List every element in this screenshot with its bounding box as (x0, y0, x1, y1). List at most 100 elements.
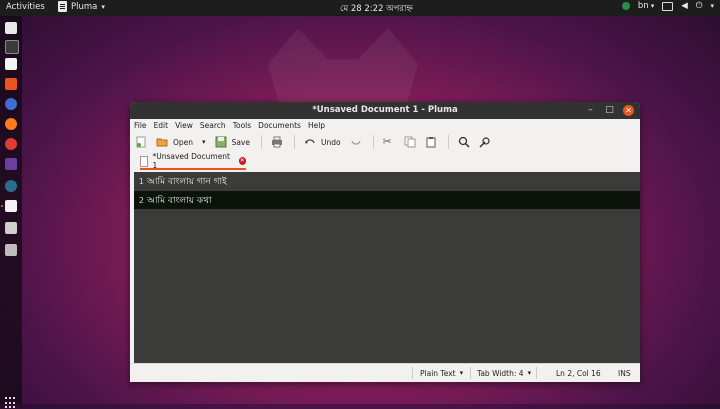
syntax-selector[interactable]: Plain Text ▾ (414, 364, 469, 382)
save-label: Save (231, 137, 250, 147)
line-text: আমি বাংলায় গান গাই (147, 176, 227, 187)
syntax-label: Plain Text (420, 368, 456, 378)
save-icon (215, 136, 227, 148)
menu-documents[interactable]: Documents (258, 121, 301, 130)
minimize-icon[interactable]: – (585, 105, 596, 116)
drive-icon[interactable] (5, 244, 17, 256)
tab-bar: *Unsaved Document 1 ✕ (130, 152, 640, 170)
print-icon (271, 136, 283, 148)
network-icon (662, 1, 674, 11)
search-icon (458, 136, 470, 148)
tab-unsaved-document-1[interactable]: *Unsaved Document 1 ✕ (140, 152, 246, 170)
menu-edit[interactable]: Edit (154, 121, 169, 130)
maximize-icon[interactable]: □ (604, 105, 615, 116)
toolbar-separator (260, 135, 262, 149)
line-number: 2 (138, 195, 144, 205)
status-divider (412, 367, 413, 379)
line-number: 1 (138, 176, 144, 186)
usb-icon[interactable] (5, 222, 17, 234)
close-icon[interactable]: ✕ (623, 105, 634, 116)
files-icon[interactable] (5, 22, 17, 34)
chevron-down-icon: ▾ (202, 138, 206, 146)
app-menu[interactable]: Pluma ▾ (58, 1, 105, 12)
toolbar-separator (293, 135, 295, 149)
open-label: Open (173, 137, 194, 147)
app-menu-label: Pluma (71, 1, 98, 12)
dock (0, 16, 22, 409)
window-title: *Unsaved Document 1 - Pluma (312, 105, 458, 115)
pluma-icon[interactable] (5, 200, 17, 212)
language-label: bn (637, 1, 649, 11)
menu-help[interactable]: Help (308, 121, 325, 130)
paste-button[interactable] (425, 136, 437, 148)
cut-button[interactable]: ✂ (383, 136, 395, 148)
tab-label: *Unsaved Document 1 (152, 152, 231, 170)
software-center-icon[interactable] (5, 78, 17, 90)
save-button[interactable]: Save (215, 136, 250, 148)
new-button[interactable] (135, 136, 147, 148)
firefox-icon[interactable] (5, 118, 17, 130)
volume-icon: ◀ (681, 1, 688, 11)
chrome-icon[interactable] (5, 138, 17, 150)
open-dropdown[interactable]: ▾ (202, 138, 206, 146)
copy-icon (404, 136, 416, 148)
menu-view[interactable]: View (175, 121, 193, 130)
tab-width-label: Tab Width: 4 (477, 368, 524, 378)
title-bar[interactable]: *Unsaved Document 1 - Pluma – □ ✕ (130, 102, 640, 119)
clock[interactable]: মে 28 2:22 অপরাহ্ন (340, 2, 413, 16)
document-icon (140, 155, 149, 167)
editor-line[interactable]: 1 আমি বাংলায় গান গাই (134, 172, 640, 190)
editor-line-current[interactable]: 2 আমি বাংলায় কথা (134, 191, 640, 209)
terminal-icon[interactable] (5, 40, 19, 54)
folder-icon (156, 136, 168, 148)
chevron-down-icon: ▾ (527, 369, 532, 377)
activities-button[interactable]: Activities (6, 2, 45, 12)
toolbar: Open ▾ Save Undo ✂ (130, 132, 640, 152)
active-indicator (1, 205, 3, 207)
system-tray[interactable]: bn ▾ ◀ ⏻ ▾ (621, 1, 714, 11)
copy-button[interactable] (404, 136, 416, 148)
show-applications-icon[interactable] (5, 397, 17, 409)
close-tab-icon[interactable]: ✕ (238, 157, 246, 165)
cursor-position: Ln 2, Col 16 (556, 368, 601, 378)
replace-button[interactable] (479, 136, 491, 148)
status-bar: Plain Text ▾ Tab Width: 4 ▾ Ln 2, Col 16… (130, 363, 640, 382)
find-button[interactable] (458, 136, 470, 148)
new-document-icon (135, 136, 147, 148)
chevron-down-icon: ▾ (710, 2, 714, 10)
pluma-app-icon (58, 1, 67, 12)
help-icon[interactable] (5, 98, 17, 110)
tab-width-selector[interactable]: Tab Width: 4 ▾ (471, 364, 537, 382)
redo-button[interactable] (350, 136, 362, 148)
language-indicator[interactable]: bn ▾ (638, 1, 654, 11)
sync-icon (621, 2, 630, 10)
print-button[interactable] (271, 136, 283, 148)
game-icon[interactable] (5, 180, 17, 192)
menu-search[interactable]: Search (200, 121, 226, 130)
chevron-down-icon: ▾ (101, 2, 105, 11)
toolbar-separator (447, 135, 449, 149)
undo-icon (304, 136, 316, 148)
toolbar-separator (372, 135, 374, 149)
menu-file[interactable]: File (134, 121, 147, 130)
status-divider (536, 367, 537, 379)
chevron-down-icon: ▾ (459, 369, 464, 377)
pluma-window: *Unsaved Document 1 - Pluma – □ ✕ File E… (130, 102, 640, 382)
clipboard-icon (425, 136, 437, 148)
open-button[interactable]: Open (156, 136, 193, 148)
menu-bar: File Edit View Search Tools Documents He… (130, 119, 640, 132)
line-text: আমি বাংলায় কথা (147, 195, 212, 206)
redo-icon (350, 136, 362, 148)
top-bar: Activities Pluma ▾ মে 28 2:22 অপরাহ্ন bn… (0, 0, 720, 16)
chevron-down-icon: ▾ (650, 2, 655, 10)
undo-label: Undo (320, 137, 341, 147)
menu-tools[interactable]: Tools (233, 121, 251, 130)
text-editor[interactable]: 1 আমি বাংলায় গান গাই 2 আমি বাংলায় কথা (134, 172, 640, 364)
screenshot-icon[interactable] (5, 158, 17, 170)
find-replace-icon (479, 136, 491, 148)
insert-mode: INS (618, 368, 631, 378)
undo-button[interactable]: Undo (304, 136, 341, 148)
text-editor-icon[interactable] (5, 58, 17, 70)
power-icon: ⏻ (695, 1, 703, 11)
scissors-icon: ✂ (382, 135, 392, 148)
